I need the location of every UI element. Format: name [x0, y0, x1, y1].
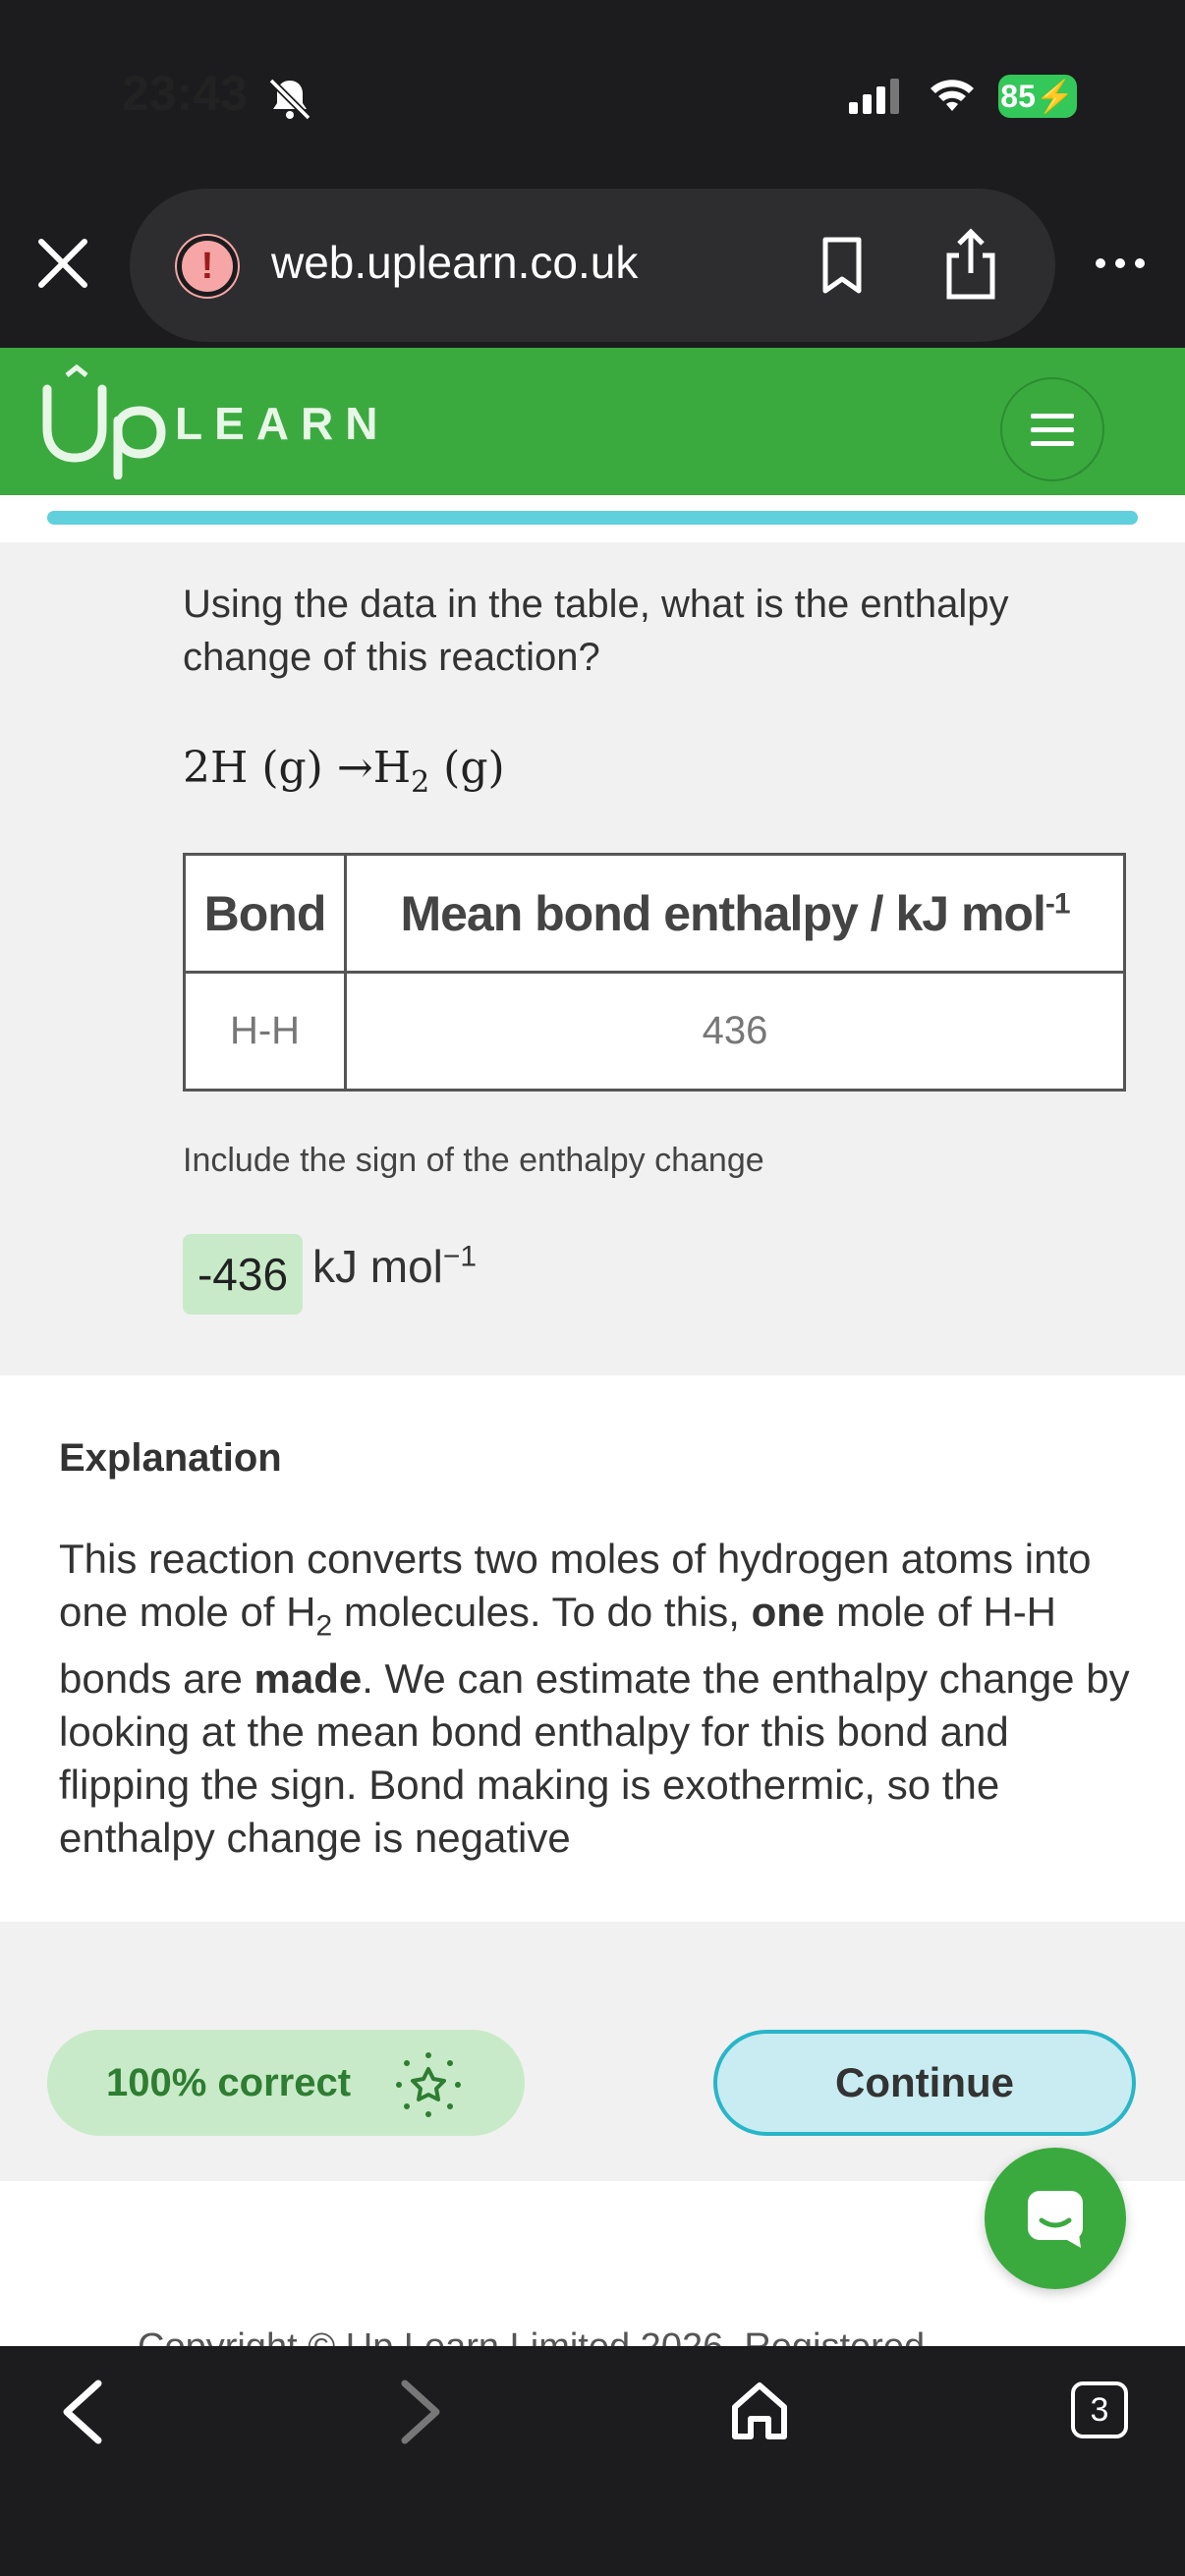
continue-button[interactable]: Continue	[713, 2030, 1136, 2136]
answer-unit-sup: −1	[442, 1240, 478, 1273]
table-header: Bond	[183, 853, 347, 974]
bell-slash-icon	[268, 78, 311, 121]
wifi-icon	[931, 80, 974, 111]
answer-unit-text: kJ mol	[312, 1241, 443, 1292]
share-icon[interactable]	[941, 226, 1000, 301]
logo-text: LEARN	[175, 398, 390, 449]
warning-icon[interactable]: !	[177, 236, 238, 297]
close-icon[interactable]	[35, 236, 90, 291]
table-header-sup: -1	[1044, 886, 1071, 920]
browser-bottom-nav	[0, 2346, 1185, 2576]
equation-lhs: 2H (g) →H	[183, 743, 412, 793]
bookmark-icon[interactable]	[818, 236, 867, 295]
exp-text: molecules. To do this,	[332, 1589, 752, 1635]
exp-sub: 2	[315, 1609, 333, 1643]
equation-subscript: 2	[411, 764, 430, 800]
menu-button[interactable]	[1000, 377, 1104, 481]
tabs-button[interactable]: 3	[1071, 2381, 1128, 2438]
table-header-row: Bond Mean bond enthalpy / kJ mol-1	[183, 853, 1126, 974]
exp-bold: made	[254, 1655, 363, 1703]
chat-icon	[1028, 2191, 1083, 2248]
hamburger-icon	[1031, 414, 1074, 446]
table-header-text: Mean bond enthalpy / kJ mol	[400, 885, 1045, 941]
more-icon[interactable]	[1091, 252, 1150, 275]
battery-icon: 85 ⚡	[998, 75, 1077, 118]
forward-icon[interactable]	[393, 2378, 448, 2446]
table-cell: 436	[344, 971, 1126, 1092]
progress-bar	[47, 511, 1138, 525]
answer-input[interactable]: -436	[183, 1234, 303, 1315]
answer-unit: kJ mol−1	[312, 1240, 477, 1293]
url-text[interactable]: web.uplearn.co.uk	[271, 236, 638, 289]
signal-icon	[849, 79, 899, 114]
hint-text: Include the sign of the enthalpy change	[183, 1142, 764, 1179]
explanation-title: Explanation	[59, 1436, 282, 1480]
status-time: 23:43	[122, 66, 248, 121]
exp-bold: one	[751, 1589, 825, 1635]
star-sparkle-icon	[396, 2052, 461, 2117]
question-text: Using the data in the table, what is the…	[183, 583, 1009, 679]
table-row: H-H 436	[183, 971, 1126, 1092]
chat-button[interactable]	[985, 2148, 1126, 2289]
back-icon[interactable]	[55, 2378, 110, 2446]
explanation-body: This reaction converts two moles of hydr…	[59, 1533, 1140, 1865]
result-label: 100% correct	[106, 2060, 352, 2104]
equation-rhs: (g)	[429, 743, 505, 793]
battery-level: 85	[1000, 78, 1036, 114]
home-icon[interactable]	[727, 2378, 792, 2442]
bond-enthalpy-table: Bond Mean bond enthalpy / kJ mol-1 H-H 4…	[183, 853, 1126, 1092]
table-cell: H-H	[183, 971, 347, 1092]
reaction-equation: 2H (g) →H2 (g)	[183, 743, 505, 800]
table-header: Mean bond enthalpy / kJ mol-1	[344, 853, 1126, 974]
